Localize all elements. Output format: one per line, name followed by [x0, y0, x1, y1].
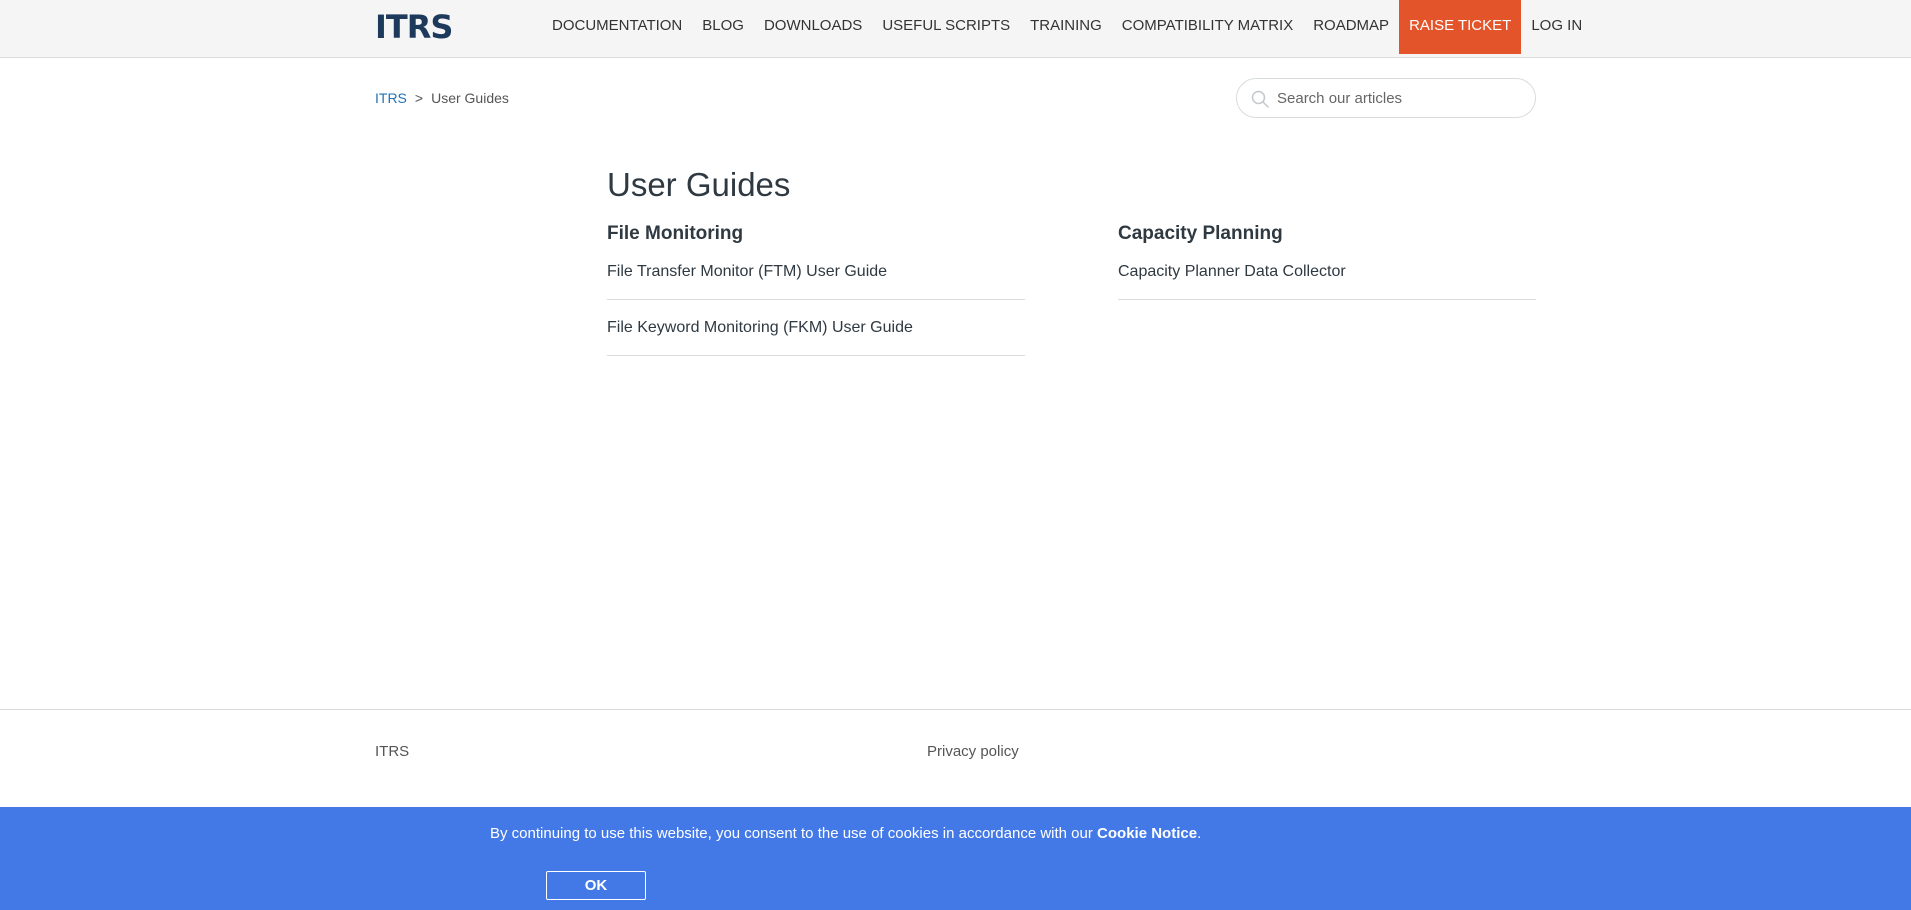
search-icon [1251, 90, 1269, 108]
section-file-monitoring: File Monitoring File Transfer Monitor (F… [607, 223, 1025, 374]
itrs-logo[interactable]: ITRS [375, 8, 453, 46]
breadcrumb-current: User Guides [431, 90, 509, 106]
article-link[interactable]: Capacity Planner Data Collector [1118, 262, 1536, 300]
breadcrumb: ITRS > User Guides [375, 90, 509, 106]
article-link[interactable]: File Keyword Monitoring (FKM) User Guide [607, 318, 1025, 356]
nav-documentation[interactable]: DOCUMENTATION [542, 0, 692, 52]
nav-compatibility-matrix[interactable]: COMPATIBILITY MATRIX [1112, 0, 1303, 52]
search-box[interactable] [1236, 78, 1536, 118]
main-nav: DOCUMENTATION BLOG DOWNLOADS USEFUL SCRI… [542, 0, 1592, 54]
site-footer: ITRS Privacy policy [0, 709, 1911, 807]
breadcrumb-separator: > [414, 90, 424, 106]
cookie-message-end: . [1197, 825, 1202, 842]
cookie-message-text: By continuing to use this website, you c… [490, 825, 1098, 842]
nav-roadmap[interactable]: ROADMAP [1303, 0, 1399, 52]
cookie-message: By continuing to use this website, you c… [490, 825, 1201, 842]
cookie-banner: By continuing to use this website, you c… [0, 807, 1911, 910]
nav-blog[interactable]: BLOG [692, 0, 754, 52]
article-link[interactable]: File Transfer Monitor (FTM) User Guide [607, 262, 1025, 300]
site-header: ITRS DOCUMENTATION BLOG DOWNLOADS USEFUL… [0, 0, 1911, 58]
log-in-link[interactable]: LOG IN [1521, 0, 1592, 52]
nav-downloads[interactable]: DOWNLOADS [754, 0, 872, 52]
page-title: User Guides [607, 166, 791, 203]
cookie-notice-link[interactable]: Cookie Notice [1097, 825, 1197, 842]
section-heading[interactable]: Capacity Planning [1118, 223, 1536, 246]
privacy-policy-link[interactable]: Privacy policy [927, 743, 1019, 760]
section-capacity-planning: Capacity Planning Capacity Planner Data … [1118, 223, 1536, 318]
footer-brand-link[interactable]: ITRS [375, 743, 409, 760]
section-heading[interactable]: File Monitoring [607, 223, 1025, 246]
nav-useful-scripts[interactable]: USEFUL SCRIPTS [872, 0, 1020, 52]
breadcrumb-root-link[interactable]: ITRS [375, 90, 407, 106]
search-input[interactable] [1277, 88, 1517, 108]
cookie-ok-button[interactable]: OK [546, 871, 646, 900]
nav-training[interactable]: TRAINING [1020, 0, 1112, 52]
raise-ticket-button[interactable]: RAISE TICKET [1399, 0, 1522, 54]
